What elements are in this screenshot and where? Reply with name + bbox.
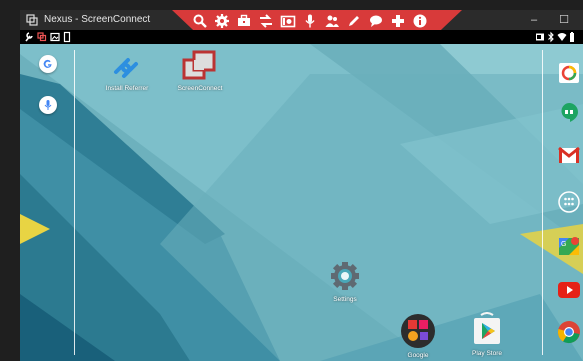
gmail-icon [558,146,580,163]
hangouts-icon [561,103,578,122]
info-icon[interactable] [412,13,428,29]
screenconnect-toolbar [172,10,462,32]
google-search-button[interactable] [39,55,57,73]
remote-device-screen[interactable]: Install Referrer ScreenConnect Settings [20,30,583,361]
minimize-button[interactable]: – [525,12,543,28]
chrome-icon [557,321,580,344]
app-drawer-button[interactable] [557,190,581,214]
device-notification-icon [63,31,71,43]
right-edge-line [542,50,543,355]
google-app-dock-icon[interactable] [557,61,581,85]
toolbox-icon[interactable] [236,13,252,29]
hangouts-dock-icon[interactable] [557,101,581,125]
youtube-dock-icon[interactable] [557,278,581,302]
microphone-icon [44,100,52,110]
maps-icon: G [559,237,579,255]
google-app-icon [559,63,579,83]
left-edge-line [74,50,75,355]
camera-icon[interactable] [280,13,296,29]
gear-icon[interactable] [214,13,230,29]
user-group-icon[interactable] [324,13,340,29]
wrench-icon [25,32,33,42]
cast-icon [536,33,544,41]
android-status-bar [20,30,583,44]
play-store-label: Play Store [472,350,502,357]
pen-icon[interactable] [346,13,362,29]
app-drawer-icon [558,191,580,213]
svg-text:G: G [561,241,566,248]
gmail-dock-icon[interactable] [557,143,581,167]
chrome-dock-icon[interactable] [557,320,581,344]
play-store-icon [474,312,500,344]
google-folder-icon [401,314,435,348]
screenconnect-notification-icon [37,32,47,42]
settings-app-icon[interactable] [329,260,361,292]
screenconnect-app-icon[interactable] [180,48,220,84]
google-g-icon [43,59,52,68]
screenconnect-app-icon [26,14,38,26]
battery-icon [570,32,574,42]
settings-label: Settings [333,296,357,303]
screenconnect-label: ScreenConnect [177,85,223,92]
play-store-app[interactable] [470,312,504,346]
swap-icon[interactable] [258,13,274,29]
install-referrer-icon[interactable] [110,52,142,84]
microphone-icon[interactable] [302,13,318,29]
google-folder[interactable] [400,313,436,349]
bluetooth-icon [548,31,554,43]
window-title: Nexus - ScreenConnect [44,14,151,25]
maximize-button[interactable]: ☐ [555,12,573,28]
screenconnect-window: Nexus - ScreenConnect – ☐ Install Referr… [0,0,583,361]
voice-search-button[interactable] [39,96,57,114]
search-icon[interactable] [192,13,208,29]
chat-icon[interactable] [368,13,384,29]
youtube-icon [558,282,580,298]
google-folder-label: Google [407,352,429,359]
plus-icon[interactable] [390,13,406,29]
install-referrer-label: Install Referrer [105,85,149,92]
maps-dock-icon[interactable]: G [557,233,581,257]
wifi-icon [557,33,567,41]
image-notification-icon [50,32,60,42]
